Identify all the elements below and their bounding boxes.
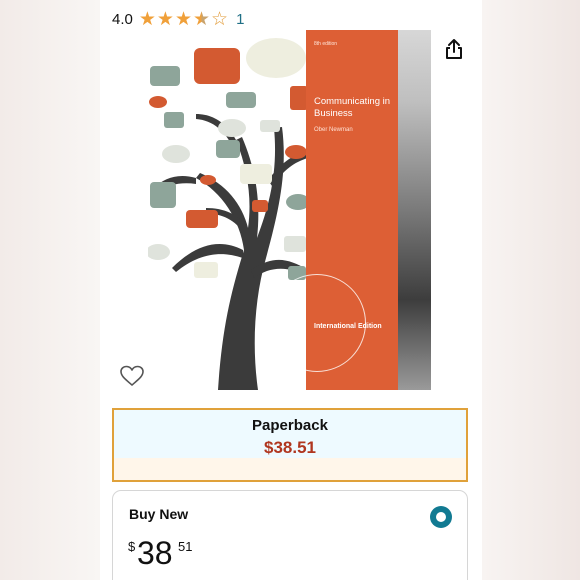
rating-value: 4.0 [112,10,133,28]
star-outline-icon: ☆ [211,8,229,30]
radio-inner-dot [436,512,446,522]
format-price: $38.51 [264,438,316,457]
review-count-link[interactable]: 1 [236,11,244,28]
star-rating: ★ ★ ★ ★ ☆ [139,10,228,29]
cover-edition: 8th edition [314,41,338,47]
cover-title-panel: 8th edition Communicating in Business Ob… [268,30,398,390]
star-icon: ★ [193,8,211,30]
book-cover-image[interactable]: 8th edition Communicating in Business Ob… [146,30,431,390]
share-icon [446,39,462,59]
star-icon: ★ [174,8,192,30]
share-button[interactable] [443,37,465,61]
product-card: 4.0 ★ ★ ★ ★ ☆ 1 8th edition Communicatin… [100,0,482,580]
cover-authors: Ober Newman [314,127,353,133]
cover-title: Communicating in Business [314,96,391,119]
price-whole: 38 [137,535,173,571]
price-currency-symbol: $ [128,539,136,554]
star-icon: ★ [156,8,174,30]
page-background-left [0,0,100,580]
star-icon: ★ [138,8,156,30]
format-option-paperback[interactable]: Paperback $38.51 [112,408,468,482]
buy-new-option[interactable]: Buy New $ 38 51 [112,490,468,580]
wishlist-button[interactable] [119,364,145,388]
buy-option-title: Buy New [129,506,189,522]
format-option-footer [114,458,466,480]
cover-photo-strip [398,30,431,390]
price-fraction: 51 [178,539,193,554]
heart-icon [120,365,144,386]
page-background-right [482,0,580,580]
rating-row: 4.0 ★ ★ ★ ★ ☆ 1 [112,8,244,30]
radio-selected-icon[interactable] [430,506,452,528]
cover-edition-badge: International Edition [314,323,382,330]
format-label: Paperback [252,417,328,434]
